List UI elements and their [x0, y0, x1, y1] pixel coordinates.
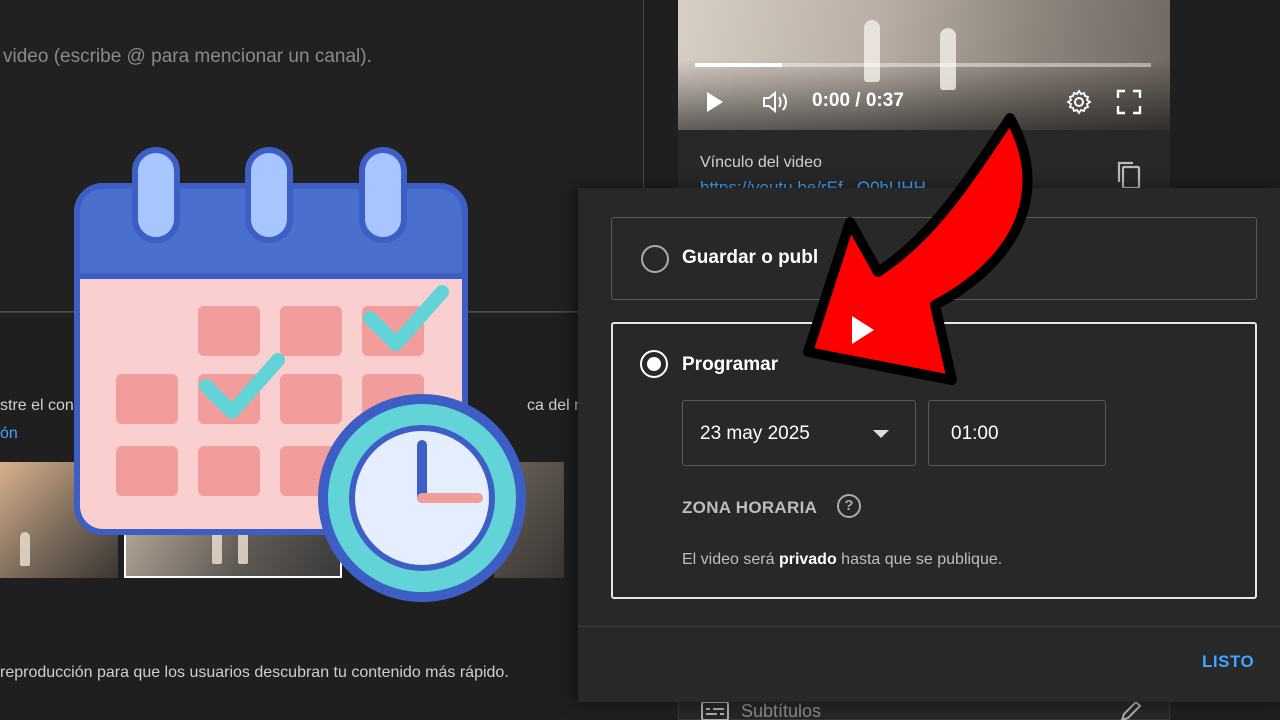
- help-question-icon[interactable]: ?: [837, 494, 861, 518]
- schedule-date-value: 23 may 2025: [700, 423, 810, 444]
- check-mark-icon: [199, 353, 285, 419]
- schedule-option[interactable]: Programar 23 may 2025 01:00 ZONA HORARIA…: [611, 322, 1257, 599]
- subtitles-label: Subtítulos: [741, 701, 822, 720]
- thumbnail-option-selected[interactable]: [124, 462, 342, 578]
- video-link-label: Vínculo del video: [700, 154, 822, 171]
- video-link-section: Vínculo del video https://youtu.be/rEf..…: [678, 130, 1170, 197]
- privacy-note: El video será privado hasta que se publi…: [682, 551, 1002, 569]
- done-button[interactable]: LISTO: [1202, 652, 1254, 672]
- play-icon[interactable]: [707, 92, 723, 112]
- thumbnail-option-3[interactable]: [494, 462, 564, 578]
- thumbnail-learn-more-link[interactable]: ón: [0, 425, 18, 443]
- edit-pencil-icon[interactable]: [1119, 699, 1143, 720]
- description-placeholder: video (escribe @ para mencionar un canal…: [3, 46, 372, 67]
- subtitles-icon: [701, 701, 729, 720]
- privacy-note-suffix: hasta que se publique.: [836, 551, 1003, 568]
- dialog-divider: [578, 626, 1280, 627]
- video-progress-bar[interactable]: [695, 63, 1151, 67]
- thumbnail-options: [0, 462, 570, 580]
- settings-gear-icon[interactable]: [1066, 89, 1092, 120]
- thumbnail-description-left: stre el con: [0, 397, 74, 414]
- schedule-option-label: Programar: [682, 354, 779, 375]
- schedule-date-dropdown[interactable]: 23 may 2025: [682, 400, 916, 466]
- volume-icon[interactable]: [762, 90, 790, 119]
- video-preview[interactable]: 0:00 / 0:37: [678, 0, 1170, 130]
- schedule-radio-button[interactable]: [640, 350, 668, 378]
- privacy-note-prefix: El video será: [682, 551, 779, 568]
- save-or-publish-option[interactable]: Guardar o publ: [611, 217, 1257, 300]
- dancer-figure: [940, 28, 956, 90]
- dancer-figure: [20, 532, 30, 566]
- schedule-time-value: 01:00: [951, 423, 999, 444]
- caret-down-icon: [873, 430, 889, 438]
- video-progress-fill: [695, 63, 782, 67]
- timezone-label[interactable]: ZONA HORARIA: [682, 498, 817, 518]
- fullscreen-icon[interactable]: [1116, 89, 1142, 120]
- save-option-label: Guardar o publ: [682, 247, 819, 268]
- dancer-figure: [238, 530, 248, 564]
- description-field[interactable]: video (escribe @ para mencionar un canal…: [0, 0, 644, 312]
- end-screen-description: reproducción para que los usuarios descu…: [0, 664, 509, 681]
- dancer-figure: [864, 20, 880, 82]
- privacy-note-bold: privado: [778, 551, 837, 568]
- visibility-dialog: Guardar o publ Programar 23 may 2025 01:…: [578, 188, 1280, 702]
- thumbnail-option-1[interactable]: [0, 462, 118, 578]
- schedule-time-field[interactable]: 01:00: [928, 400, 1106, 466]
- section-divider: [0, 312, 580, 313]
- video-time: 0:00 / 0:37: [812, 90, 904, 111]
- dancer-figure: [212, 530, 222, 564]
- save-radio-button[interactable]: [641, 245, 669, 273]
